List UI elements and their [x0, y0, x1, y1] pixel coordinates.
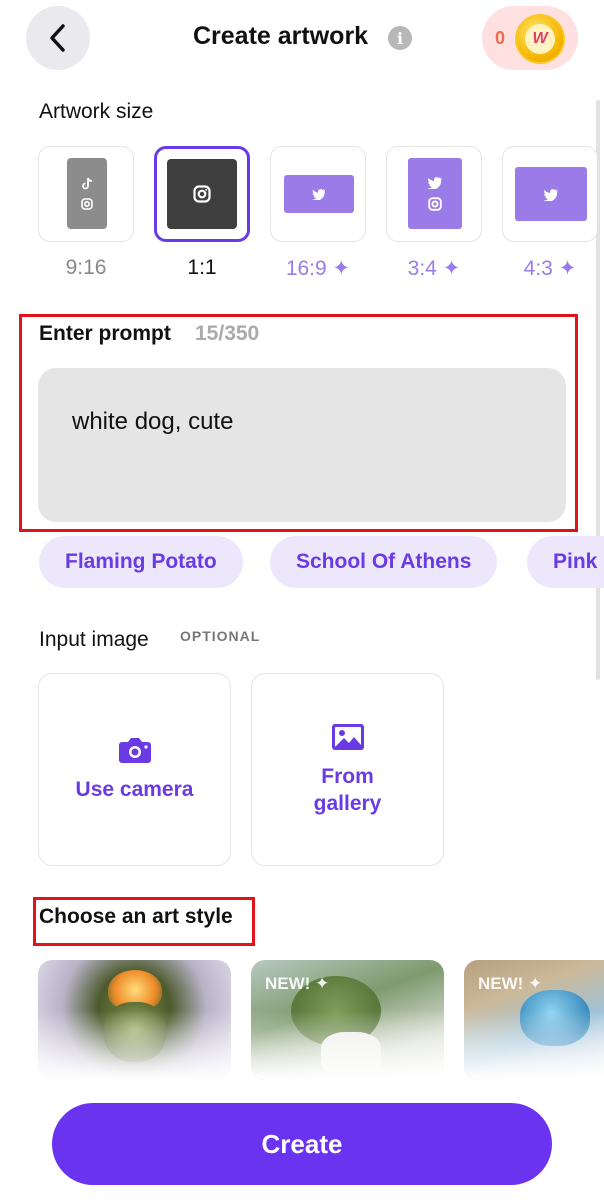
- landscape-preview: [284, 175, 354, 213]
- art-style-card[interactable]: [38, 960, 231, 1080]
- size-caption-1-1: 1:1: [187, 256, 217, 279]
- size-caption-16-9: 16:9 ✦: [285, 257, 351, 280]
- coin-icon: W: [515, 14, 565, 64]
- info-icon[interactable]: i: [388, 26, 412, 50]
- prompt-highlight-box: [19, 314, 578, 532]
- premium-sparkle-icon: ✦: [558, 257, 577, 280]
- instagram-icon: [81, 198, 93, 210]
- camera-icon: [118, 738, 151, 763]
- suggestion-chip[interactable]: School Of Athens: [270, 536, 498, 588]
- use-camera-button[interactable]: Use camera: [38, 673, 231, 866]
- premium-sparkle-icon: ✦: [442, 257, 461, 280]
- size-option-3-4[interactable]: [386, 146, 482, 242]
- size-option-9-16[interactable]: [38, 146, 134, 242]
- portrait-3-4-preview: [408, 158, 462, 229]
- from-gallery-label: From gallery: [313, 764, 382, 815]
- suggestion-chip[interactable]: Pink: [527, 536, 604, 588]
- use-camera-label: Use camera: [75, 778, 194, 801]
- art-style-highlight-box: [33, 897, 255, 946]
- art-style-card[interactable]: NEW! ✦: [464, 960, 604, 1080]
- gallery-image-icon: [331, 723, 364, 750]
- size-option-1-1[interactable]: [154, 146, 250, 242]
- twitter-icon: [427, 177, 442, 189]
- coin-balance[interactable]: 0 W: [482, 6, 578, 70]
- premium-sparkle-icon: ✦: [332, 257, 351, 280]
- twitter-icon: [312, 189, 326, 200]
- size-option-16-9[interactable]: [270, 146, 366, 242]
- size-caption-4-3: 4:3 ✦: [523, 257, 577, 280]
- suggestion-chip[interactable]: Flaming Potato: [39, 536, 243, 588]
- instagram-icon: [428, 197, 442, 211]
- twitter-icon: [543, 188, 558, 201]
- portrait-preview: [67, 158, 107, 229]
- size-caption-3-4: 3:4 ✦: [407, 257, 461, 280]
- art-style-card[interactable]: NEW! ✦: [251, 960, 444, 1080]
- input-image-label: Input image: [39, 628, 149, 651]
- instagram-icon: [193, 185, 211, 203]
- create-button[interactable]: Create: [52, 1103, 552, 1185]
- square-preview: [167, 159, 237, 229]
- new-badge: NEW! ✦: [478, 974, 543, 993]
- optional-tag: OPTIONAL: [180, 628, 261, 644]
- landscape-4-3-preview: [515, 167, 587, 221]
- chevron-left-icon: [50, 24, 65, 52]
- tiktok-icon: [82, 177, 93, 190]
- new-badge: NEW! ✦: [265, 974, 330, 993]
- from-gallery-button[interactable]: From gallery: [251, 673, 444, 866]
- size-caption-9-16: 9:16: [65, 256, 107, 279]
- page-title: Create artwork: [193, 22, 369, 50]
- artwork-size-label: Artwork size: [39, 100, 154, 123]
- back-button[interactable]: [26, 6, 90, 70]
- size-option-4-3[interactable]: [502, 146, 598, 242]
- coin-count: 0: [495, 27, 506, 48]
